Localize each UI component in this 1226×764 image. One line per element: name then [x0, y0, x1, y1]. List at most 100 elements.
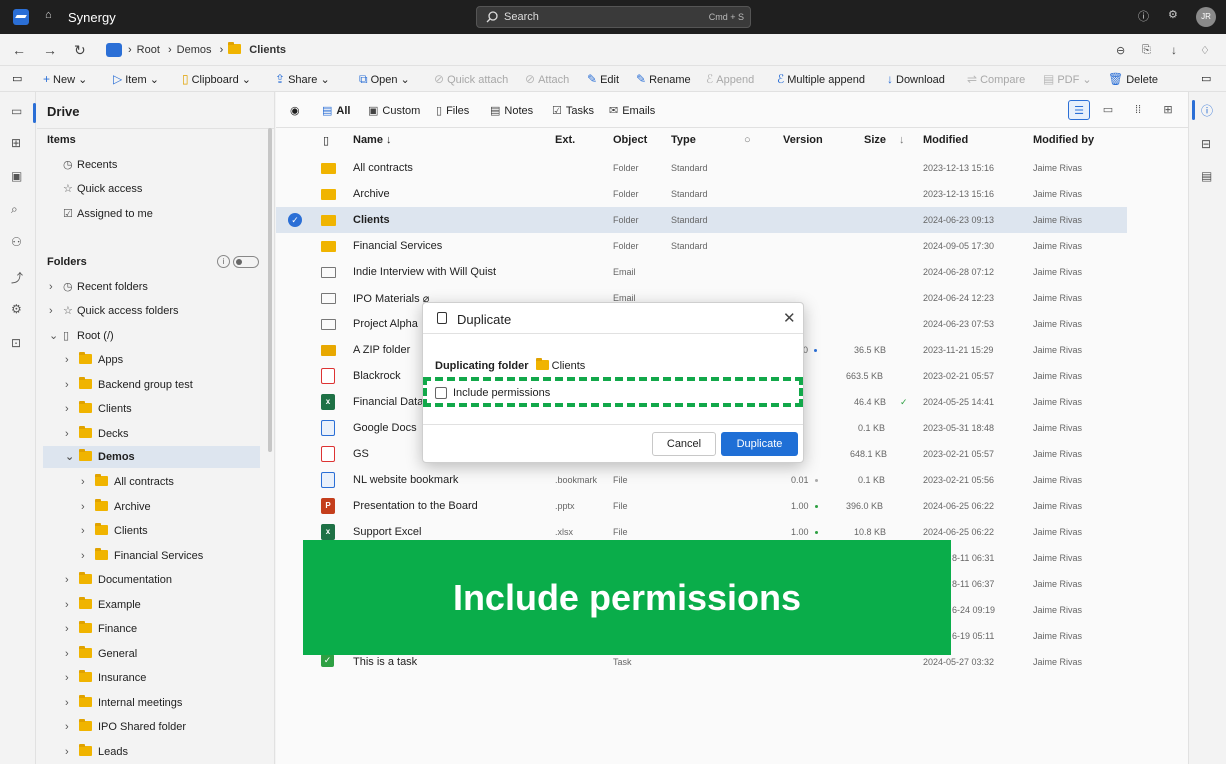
tree-item-leads[interactable]: › Leads — [65, 741, 128, 763]
item-button[interactable]: ▷ Item ⌄ — [113, 72, 159, 86]
breadcrumb-root[interactable]: Root — [137, 44, 160, 56]
tree-item-example[interactable]: › Example — [65, 594, 141, 616]
tree-item-financial-services[interactable]: › Financial Services — [81, 545, 203, 567]
selected-check-icon[interactable]: ✓ — [288, 213, 302, 227]
tab-all[interactable]: ▤ All — [322, 104, 350, 117]
apps-icon[interactable]: ⊡ — [11, 336, 21, 350]
tab-files[interactable]: ▯ Files — [436, 104, 469, 117]
link-icon[interactable]: ⊖ — [1116, 44, 1125, 57]
tree-item-archive[interactable]: › Archive — [81, 496, 151, 518]
home-icon[interactable]: ⌂ — [45, 9, 52, 21]
pdf-button[interactable]: ▤ PDF ⌄ — [1043, 72, 1092, 86]
settings-rail-icon[interactable]: ⚙ — [11, 302, 22, 316]
compare-button[interactable]: ⇌ Compare — [967, 72, 1025, 86]
help-icon[interactable]: ⓘ — [1138, 8, 1149, 24]
messages-icon[interactable]: ▣ — [11, 169, 22, 183]
tab-custom[interactable]: ▣ Custom — [368, 104, 420, 117]
close-icon[interactable]: ✕ — [783, 309, 796, 327]
share-button[interactable]: ⇪ Share ⌄ — [275, 72, 330, 86]
table-row[interactable]: Financial Services Folder Standard 2024-09-… — [276, 233, 1127, 259]
activity-icon[interactable]: ⊟ — [1201, 137, 1211, 151]
open-button[interactable]: ⧉ Open ⌄ — [359, 72, 410, 87]
sidebar-item-assigned[interactable]: ☑ Assigned to me — [63, 203, 153, 225]
edit-button[interactable]: ✎ Edit — [587, 72, 619, 86]
multiple-append-button[interactable]: ℰ Multiple append — [777, 72, 865, 86]
preview-eye-icon[interactable]: ◉ — [290, 104, 300, 117]
search-rail-icon[interactable]: ⌕ — [11, 202, 18, 217]
download-icon[interactable]: ↓ — [1171, 43, 1177, 57]
table-row[interactable]: Indie Interview with Will Quist Email 2024… — [276, 259, 1127, 285]
column-ext[interactable]: Ext. — [555, 134, 575, 146]
tree-item-general[interactable]: › General — [65, 643, 137, 665]
table-row[interactable]: Archive Folder Standard 2023-12-13 15:16 Jai… — [276, 181, 1127, 207]
sidebar-scrollbar[interactable] — [268, 128, 272, 452]
info-icon[interactable]: i — [217, 255, 230, 268]
copy-path-icon[interactable]: ⎘ — [1142, 44, 1151, 57]
table-row-selected[interactable]: ✓ Clients Folder Standard 2024-06-23 09:13 Ja… — [276, 207, 1127, 233]
clipboard-button[interactable]: ▯ Clipboard ⌄ — [182, 72, 251, 86]
panel-right-icon[interactable]: ▭ — [1201, 72, 1211, 85]
column-object[interactable]: Object — [613, 134, 647, 146]
column-status[interactable]: ○ — [744, 134, 751, 146]
column-version[interactable]: Version — [783, 134, 823, 146]
sidebar-item-root[interactable]: ⌄ ▯ Root (/) — [49, 325, 114, 347]
gear-icon[interactable]: ⚙ — [1168, 8, 1178, 21]
tree-item-clients[interactable]: › Clients — [65, 398, 132, 420]
duplicate-button[interactable]: Duplicate — [721, 432, 798, 456]
tree-item-backend-group-test[interactable]: › Backend group test — [65, 374, 193, 396]
sidebar-item-quick-access-folders[interactable]: › ☆ Quick access folders — [49, 300, 178, 322]
breadcrumb-clients[interactable]: Clients — [249, 44, 286, 56]
table-row[interactable]: NL website bookmark .bookmark File 0.01 0.1 … — [276, 467, 1127, 493]
app-logo[interactable] — [13, 9, 29, 25]
table-row[interactable]: P Presentation to the Board .pptx File 1.00 3… — [276, 493, 1127, 519]
refresh-icon[interactable]: ↻ — [74, 42, 86, 59]
avatar[interactable]: JR — [1196, 7, 1216, 27]
sidebar-item-recents[interactable]: ◷ Recents — [63, 154, 117, 176]
panel-toggle-icon[interactable]: ▭ — [12, 72, 22, 85]
new-button[interactable]: + New ⌄ — [43, 72, 87, 86]
tree-item-apps[interactable]: › Apps — [65, 349, 123, 371]
column-size[interactable]: Size — [864, 134, 886, 146]
breadcrumb-demos[interactable]: Demos — [177, 44, 212, 56]
append-button[interactable]: ℰ Append — [706, 72, 754, 86]
grid-view-button[interactable]: ⁞⁞ — [1127, 100, 1149, 120]
analytics-icon[interactable]: ⤴ — [11, 269, 23, 286]
delete-button[interactable]: 🗑 Delete — [1108, 72, 1158, 86]
sidebar-item-recent-folders[interactable]: › ◷ Recent folders — [49, 276, 148, 298]
column-sync[interactable]: ↓ — [899, 134, 905, 146]
download-button[interactable]: ↓ Download — [887, 72, 945, 86]
tile-view-button[interactable]: ⊞ — [1157, 100, 1179, 120]
tree-item-all-contracts[interactable]: › All contracts — [81, 471, 174, 493]
tab-emails[interactable]: ✉ Emails — [609, 104, 655, 117]
column-modified-by[interactable]: Modified by — [1033, 134, 1094, 146]
quick-attach-button[interactable]: ⊘ Quick attach — [434, 72, 508, 86]
info-panel-icon[interactable]: ⓘ — [1201, 102, 1213, 119]
table-row[interactable]: All contracts Folder Standard 2023-12-13 15… — [276, 155, 1127, 181]
back-icon[interactable]: ← — [12, 42, 26, 58]
tree-item-ipo-shared-folder[interactable]: › IPO Shared folder — [65, 716, 186, 738]
drive-icon[interactable]: ▭ — [11, 104, 22, 118]
tab-tasks[interactable]: ☑ Tasks — [552, 104, 594, 117]
tree-item-demos[interactable]: ⌄ Demos — [43, 446, 260, 468]
tree-item-documentation[interactable]: › Documentation — [65, 569, 172, 591]
notes-panel-icon[interactable]: ▤ — [1201, 169, 1212, 183]
tree-item-internal-meetings[interactable]: › Internal meetings — [65, 692, 182, 714]
grid-icon[interactable]: ⊞ — [11, 136, 21, 150]
detail-view-button[interactable]: ▭ — [1097, 100, 1119, 120]
cancel-button[interactable]: Cancel — [652, 432, 716, 456]
tree-item-demos-clients[interactable]: › Clients — [81, 520, 148, 542]
tree-item-insurance[interactable]: › Insurance — [65, 667, 146, 689]
column-type[interactable]: Type — [671, 134, 696, 146]
people-icon[interactable]: ⚇ — [11, 235, 22, 249]
rename-button[interactable]: ✎ Rename — [636, 72, 691, 86]
column-name[interactable]: Name ↓ — [353, 134, 392, 146]
tree-item-finance[interactable]: › Finance — [65, 618, 137, 640]
bell-icon[interactable]: ♢ — [1200, 44, 1210, 57]
forward-icon[interactable]: → — [43, 42, 57, 58]
root-logo-icon[interactable] — [106, 43, 122, 57]
list-view-button[interactable]: ☰ — [1068, 100, 1090, 120]
sidebar-item-quick-access[interactable]: ☆ Quick access — [63, 178, 142, 200]
tree-item-decks[interactable]: › Decks — [65, 423, 129, 445]
attach-button[interactable]: ⊘ Attach — [525, 72, 569, 86]
tab-notes[interactable]: ▤ Notes — [490, 104, 533, 117]
